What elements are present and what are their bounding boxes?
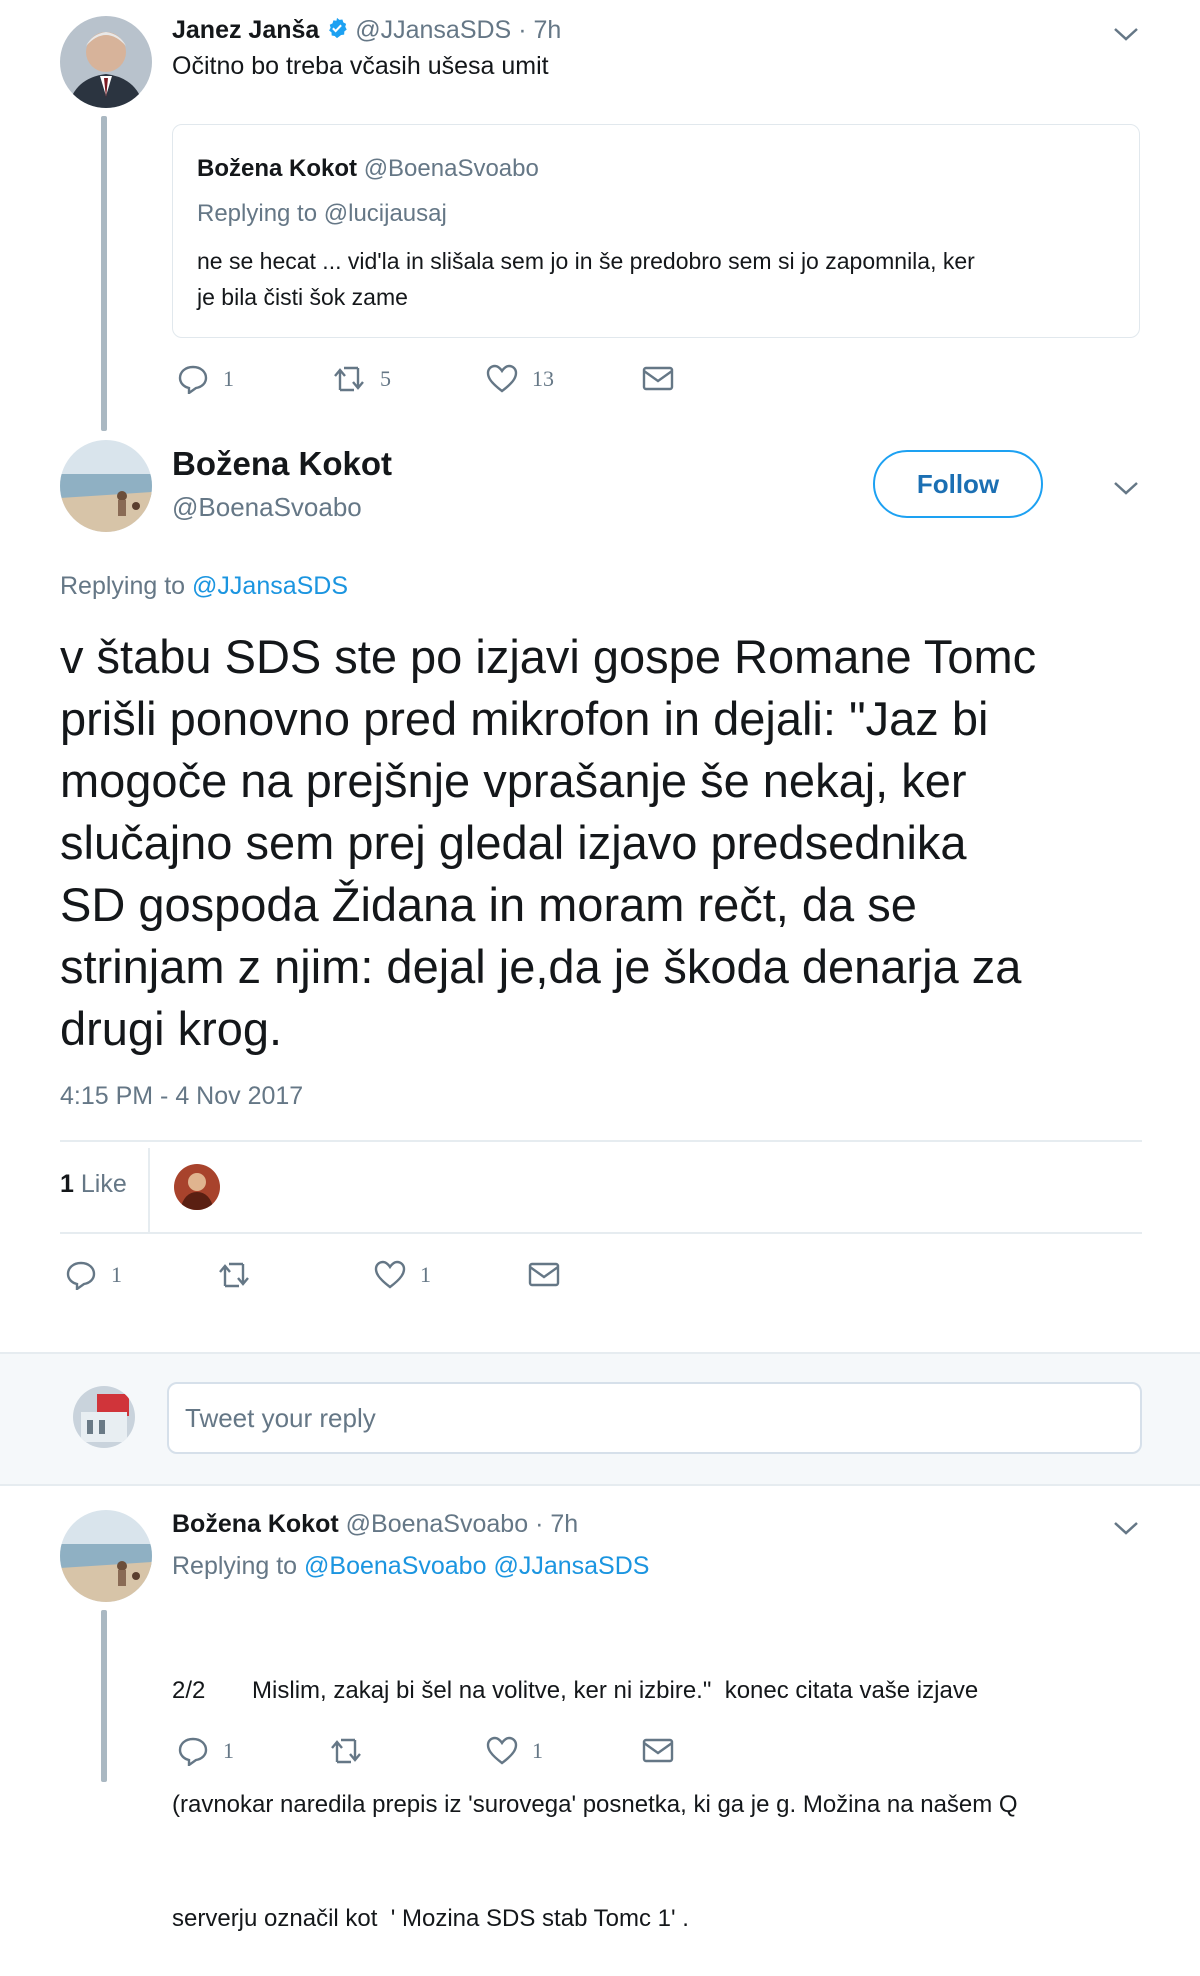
divider (60, 1140, 1142, 1142)
retweet-button[interactable] (217, 1260, 265, 1290)
chevron-down-icon[interactable] (1112, 480, 1140, 496)
replying-to-link[interactable]: @JJansaSDS (493, 1552, 649, 1580)
retweet-count: 5 (380, 366, 391, 391)
tweet3-text: 2/2 Mislim, zakaj bi šel na volitve, ker… (172, 1596, 1018, 1976)
heart-icon (374, 1260, 406, 1289)
tweet-text-line: (ravnokar naredila prepis iz 'surovega' … (172, 1791, 1018, 1818)
reply-icon (66, 1261, 96, 1290)
tweet1-header: Janez Janša @JJansaSDS · 7h (172, 14, 561, 47)
tweet3-replying-line: Replying to @BoenaSvoabo @JJansaSDS (172, 1552, 649, 1581)
avatar-janez-jansa[interactable] (60, 16, 152, 108)
quoted-author-handle: @BoenaSvoabo (363, 155, 539, 182)
like-button[interactable]: 13 (486, 364, 554, 394)
tweet3-actions: 1 1 (172, 1736, 772, 1776)
main-author-name[interactable]: Božena Kokot (172, 444, 392, 484)
like-button[interactable]: 1 (486, 1736, 543, 1766)
direct-message-button[interactable] (642, 1736, 674, 1764)
author-handle[interactable]: @JJansaSDS (355, 16, 511, 44)
replying-to-link[interactable]: @JJansaSDS (192, 572, 348, 600)
tweet-text-line: prišli ponovno pred mikrofon in dejali: … (60, 692, 989, 745)
tweet-text: Očitno bo treba včasih ušesa umit (172, 52, 549, 80)
thread-connector (101, 116, 107, 431)
quoted-tweet-card[interactable]: Božena Kokot @BoenaSvoabo Replying to @l… (172, 124, 1140, 338)
tweet-text-line: serverju označil kot ' Mozina SDS stab T… (172, 1905, 689, 1932)
quoted-text-line: je bila čisti šok zame (197, 284, 408, 310)
quoted-text: ne se hecat ... vid'la in slišala sem jo… (197, 243, 975, 315)
direct-message-button[interactable] (642, 364, 674, 392)
reply-button[interactable]: 1 (177, 364, 234, 394)
like-count: 13 (532, 366, 554, 391)
retweet-icon (334, 366, 364, 392)
like-count: 1 (532, 1738, 543, 1763)
main-author-handle[interactable]: @BoenaSvoabo (172, 490, 362, 524)
tweet-text-line: v štabu SDS ste po izjavi gospe Romane T… (60, 630, 1037, 683)
reply-icon (178, 365, 208, 394)
tweet-text-line: 2/2 Mislim, zakaj bi šel na volitve, ker… (172, 1677, 979, 1704)
like-count: 1 (420, 1262, 431, 1287)
reply-icon (178, 1737, 208, 1766)
reply-button[interactable]: 1 (177, 1736, 234, 1766)
replying-to-link[interactable]: @BoenaSvoabo (304, 1552, 486, 1580)
tweet-text-line: SD gospoda Židana in moram rečt, da se (60, 878, 917, 931)
author-name[interactable]: Janez Janša (172, 16, 319, 44)
heart-icon (486, 1736, 518, 1765)
quoted-text-line: ne se hecat ... vid'la in slišala sem jo… (197, 248, 975, 274)
replying-label: Replying to (60, 572, 186, 600)
envelope-icon (642, 366, 674, 391)
follow-button[interactable]: Follow (873, 450, 1043, 518)
quoted-header: Božena Kokot @BoenaSvoabo (197, 155, 539, 183)
tweet-text-line: slučajno sem prej gledal izjavo predsedn… (60, 816, 967, 869)
replying-to-handle: @lucijausaj (323, 200, 447, 227)
reply-count: 1 (111, 1262, 122, 1287)
heart-icon (486, 364, 518, 393)
chevron-down-icon[interactable] (1112, 1520, 1140, 1536)
reply-button[interactable]: 1 (65, 1260, 122, 1290)
direct-message-button[interactable] (528, 1260, 560, 1288)
replying-label: Replying to (197, 200, 318, 227)
tweet1-actions: 1 5 13 (172, 364, 772, 404)
replying-label: Replying to (172, 1552, 298, 1580)
retweet-button[interactable] (329, 1736, 377, 1766)
retweet-icon (219, 1262, 249, 1288)
current-user-avatar[interactable] (73, 1386, 135, 1448)
thread-connector (101, 1610, 107, 1782)
main-tweet-text: v štabu SDS ste po izjavi gospe Romane T… (60, 626, 1036, 1060)
avatar-bozena-kokot[interactable] (60, 1510, 152, 1602)
retweet-icon (331, 1738, 361, 1764)
avatar-bozena-kokot[interactable] (60, 440, 152, 532)
reply-count: 1 (223, 366, 234, 391)
quoted-author-name: Božena Kokot (197, 155, 358, 182)
envelope-icon (642, 1738, 674, 1763)
envelope-icon (528, 1262, 560, 1287)
author-name[interactable]: Božena Kokot (172, 1510, 339, 1538)
main-replying-line: Replying to @JJansaSDS (60, 572, 348, 601)
like-total: 1 (60, 1170, 74, 1198)
reply-input[interactable]: Tweet your reply (167, 1382, 1142, 1454)
like-button[interactable]: 1 (374, 1260, 431, 1290)
tweet-text-line: strinjam z njim: dejal je,da je škoda de… (60, 940, 1022, 993)
tweet3-header: Božena Kokot @BoenaSvoabo · 7h (172, 1508, 578, 1540)
main-tweet-actions: 1 1 (60, 1260, 660, 1300)
divider (60, 1232, 1142, 1234)
tweet-text-line: mogoče na prejšnje vprašanje še nekaj, k… (60, 754, 967, 807)
tweet-time[interactable]: · 7h (535, 1510, 578, 1538)
reply-count: 1 (223, 1738, 234, 1763)
like-label: Like (80, 1170, 127, 1198)
retweet-button[interactable]: 5 (332, 364, 391, 394)
quoted-replying: Replying to @lucijausaj (197, 200, 447, 228)
chevron-down-icon[interactable] (1112, 26, 1140, 42)
tweet-time[interactable]: · 7h (518, 16, 561, 44)
author-handle[interactable]: @BoenaSvoabo (346, 1510, 528, 1538)
verified-badge-icon (326, 15, 348, 47)
tweet-timestamp[interactable]: 4:15 PM - 4 Nov 2017 (60, 1082, 303, 1111)
tweet-text-line: drugi krog. (60, 1002, 283, 1055)
vertical-divider (148, 1148, 150, 1232)
liker-avatar[interactable] (174, 1164, 220, 1210)
likes-summary[interactable]: 1 Like (60, 1170, 127, 1199)
